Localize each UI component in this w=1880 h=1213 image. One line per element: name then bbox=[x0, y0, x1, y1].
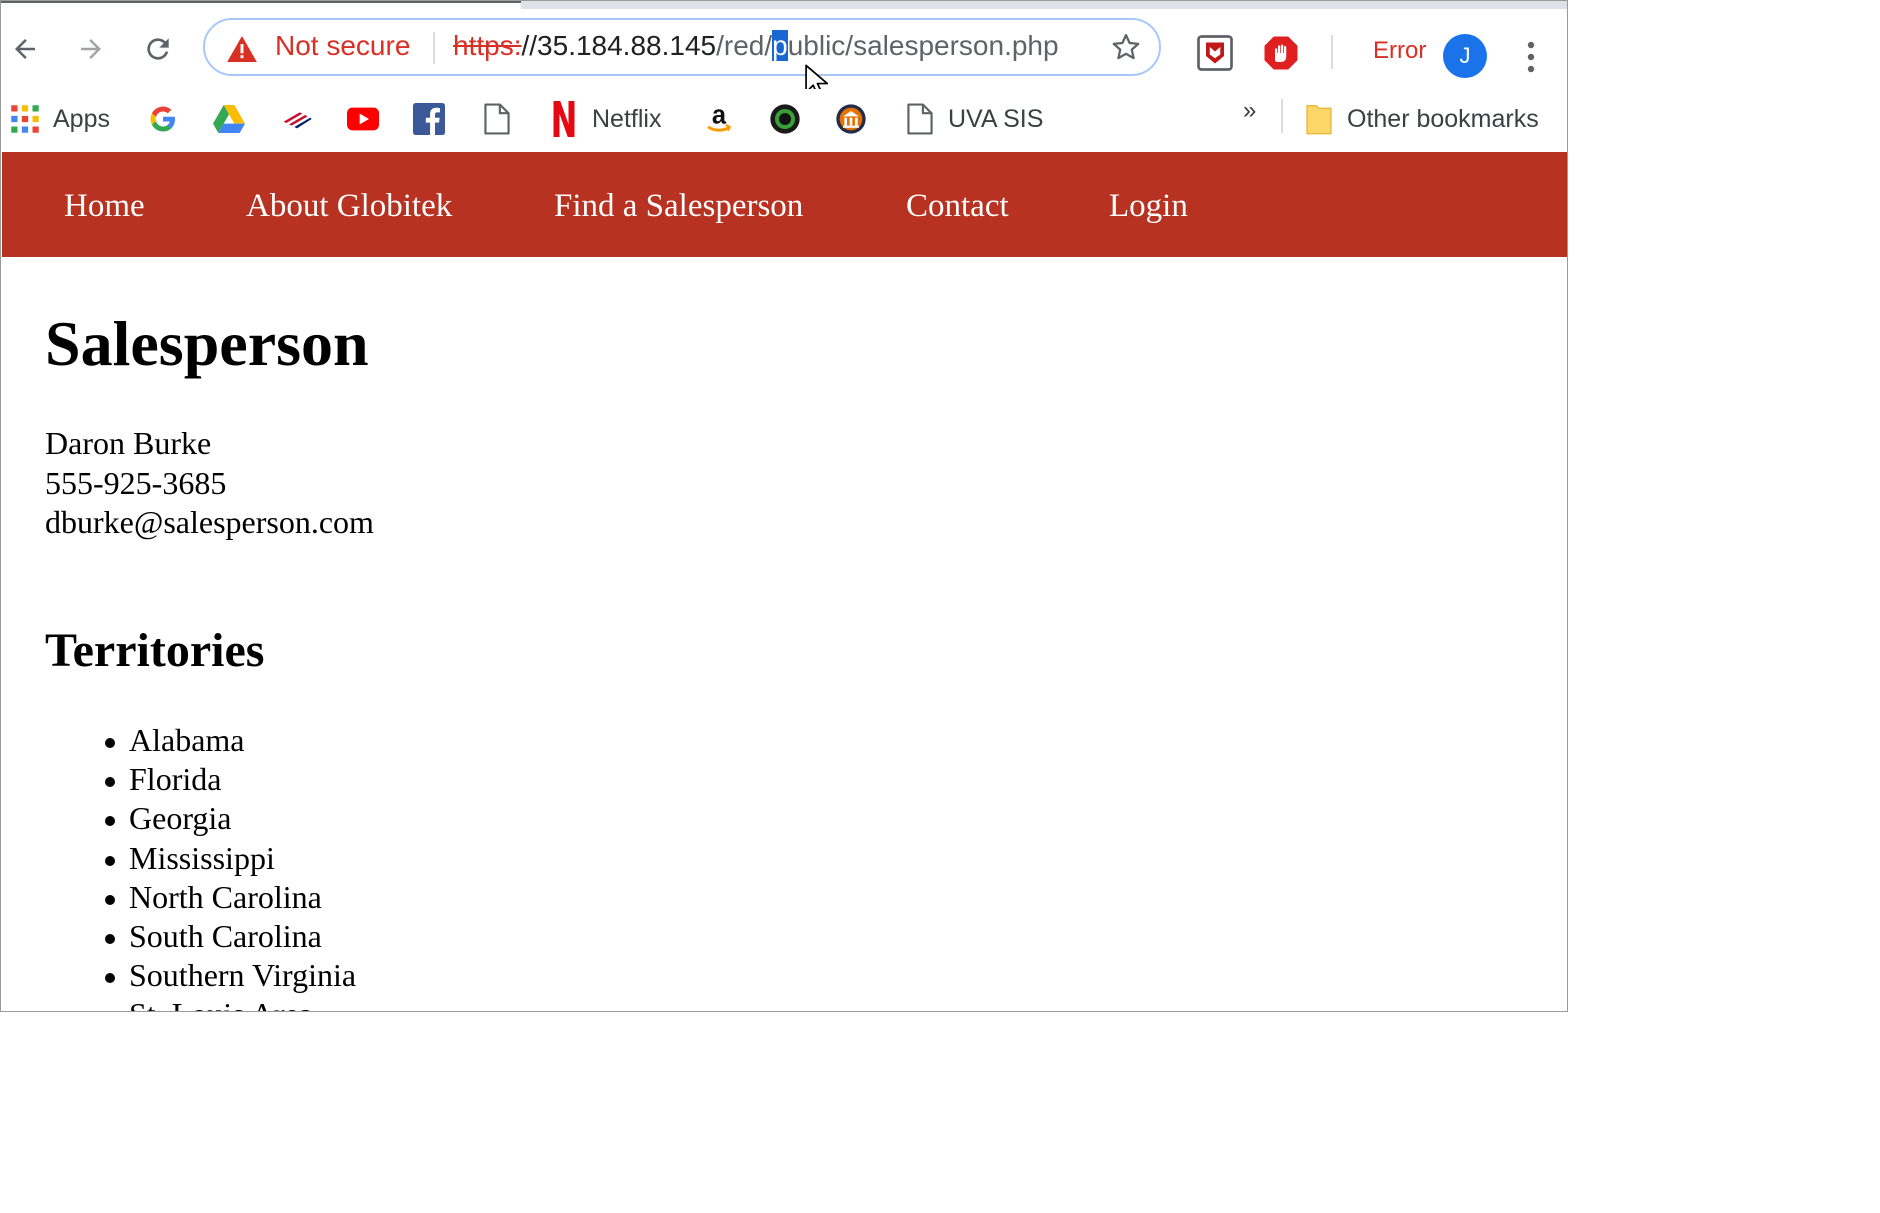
site-navigation: Home About Globitek Find a Salesperson C… bbox=[2, 152, 1567, 257]
youtube-icon bbox=[347, 103, 379, 135]
google-icon bbox=[147, 103, 179, 135]
star-icon[interactable] bbox=[1111, 32, 1141, 67]
url-host: //35.184.88.145 bbox=[521, 30, 717, 61]
security-status-label[interactable]: Not secure bbox=[275, 30, 410, 62]
bookmark-uva-sis-label: UVA SIS bbox=[948, 104, 1044, 133]
salesperson-phone: 555-925-3685 bbox=[45, 464, 227, 501]
apps-grid-icon bbox=[9, 103, 41, 135]
tab-strip bbox=[521, 1, 1567, 9]
territories-list: Alabama Florida Georgia Mississippi Nort… bbox=[104, 721, 356, 1011]
territory-item: Florida bbox=[104, 760, 356, 799]
bookmark-google[interactable] bbox=[147, 97, 191, 141]
territory-item: Alabama bbox=[104, 721, 356, 760]
bookmark-amazon[interactable]: a bbox=[703, 97, 747, 141]
bookmark-apps-label: Apps bbox=[53, 104, 110, 133]
bookmark-netflix-label: Netflix bbox=[592, 104, 662, 133]
territory-item: Georgia bbox=[104, 799, 356, 838]
page-title: Salesperson bbox=[45, 308, 369, 379]
bookmark-bank[interactable] bbox=[281, 97, 325, 141]
browser-window: Not secure https://35.184.88.145/red/pub… bbox=[0, 0, 1568, 1012]
bookmark-drive[interactable] bbox=[213, 97, 257, 141]
nav-link-contact[interactable]: Contact bbox=[906, 188, 1009, 225]
bookmark-page[interactable] bbox=[481, 97, 525, 141]
bookmark-apps[interactable]: Apps bbox=[9, 97, 110, 141]
profile-avatar[interactable]: J bbox=[1443, 34, 1487, 78]
reload-button[interactable] bbox=[136, 27, 180, 71]
amazon-icon: a bbox=[703, 102, 735, 135]
back-button[interactable] bbox=[3, 27, 47, 71]
mcafee-extension-icon[interactable] bbox=[1197, 35, 1233, 76]
folder-icon bbox=[1303, 103, 1335, 135]
url-text[interactable]: https://35.184.88.145/red/public/salespe… bbox=[453, 30, 1059, 62]
bookmark-facebook[interactable] bbox=[413, 97, 457, 141]
bookmark-other-label: Other bookmarks bbox=[1347, 104, 1539, 133]
salesperson-email: dburke@salesperson.com bbox=[45, 504, 374, 540]
bookmark-netflix[interactable]: Netflix bbox=[548, 97, 661, 141]
profile-error-label[interactable]: Error bbox=[1373, 37, 1426, 65]
forward-arrow-icon bbox=[81, 39, 101, 59]
salesperson-name: Daron Burke bbox=[45, 425, 212, 461]
bookmarks-divider bbox=[1281, 99, 1283, 133]
territory-item: South Carolina bbox=[104, 917, 356, 956]
bookmark-uva-sis[interactable]: UVA SIS bbox=[904, 97, 1043, 141]
bank-of-america-icon bbox=[281, 103, 313, 135]
more-bookmarks-button[interactable]: » bbox=[1243, 97, 1256, 125]
forward-button[interactable] bbox=[69, 27, 113, 71]
omnibox-divider bbox=[433, 32, 435, 64]
university-seal-icon bbox=[835, 103, 867, 135]
url-selection: p bbox=[772, 30, 788, 61]
nav-link-about[interactable]: About Globitek bbox=[246, 188, 452, 225]
territory-item: North Carolina bbox=[104, 878, 356, 917]
warning-triangle-icon[interactable] bbox=[227, 36, 257, 67]
bookmark-site[interactable] bbox=[769, 97, 813, 141]
adblock-extension-icon[interactable] bbox=[1263, 35, 1299, 76]
svg-text:a: a bbox=[712, 102, 727, 129]
reload-icon bbox=[147, 38, 169, 60]
bookmark-youtube[interactable] bbox=[347, 97, 391, 141]
bookmark-other[interactable]: Other bookmarks bbox=[1303, 97, 1539, 141]
back-arrow-icon bbox=[15, 39, 35, 59]
browser-toolbar: Not secure https://35.184.88.145/red/pub… bbox=[1, 9, 1567, 97]
url-scheme: https: bbox=[453, 30, 522, 61]
salesperson-details: Daron Burke 555-925-3685 dburke@salesper… bbox=[45, 424, 374, 543]
bookmarks-bar: Apps Netflix a UVA SIS Other bookmarks bbox=[1, 89, 1567, 151]
three-dots-menu-icon[interactable] bbox=[1519, 37, 1543, 77]
google-drive-icon bbox=[213, 103, 245, 135]
facebook-icon bbox=[413, 103, 445, 135]
url-path: /red/ bbox=[716, 30, 773, 61]
toolbar-divider bbox=[1331, 35, 1333, 69]
nav-link-find-salesperson[interactable]: Find a Salesperson bbox=[554, 188, 803, 225]
territory-item: Mississippi bbox=[104, 839, 356, 878]
netflix-icon bbox=[548, 101, 580, 137]
page-icon bbox=[904, 103, 936, 135]
territory-item: Southern Virginia bbox=[104, 956, 356, 995]
address-bar[interactable]: Not secure https://35.184.88.145/red/pub… bbox=[203, 18, 1161, 76]
page-icon bbox=[481, 103, 513, 135]
nav-link-home[interactable]: Home bbox=[64, 188, 145, 225]
nav-link-login[interactable]: Login bbox=[1109, 188, 1188, 225]
ring-logo-icon bbox=[769, 103, 801, 135]
url-path-rest: ublic/salesperson.php bbox=[787, 30, 1059, 61]
territory-item: St. Louis Area bbox=[129, 995, 356, 1011]
bookmark-uva[interactable] bbox=[835, 97, 879, 141]
territories-heading: Territories bbox=[45, 624, 265, 677]
